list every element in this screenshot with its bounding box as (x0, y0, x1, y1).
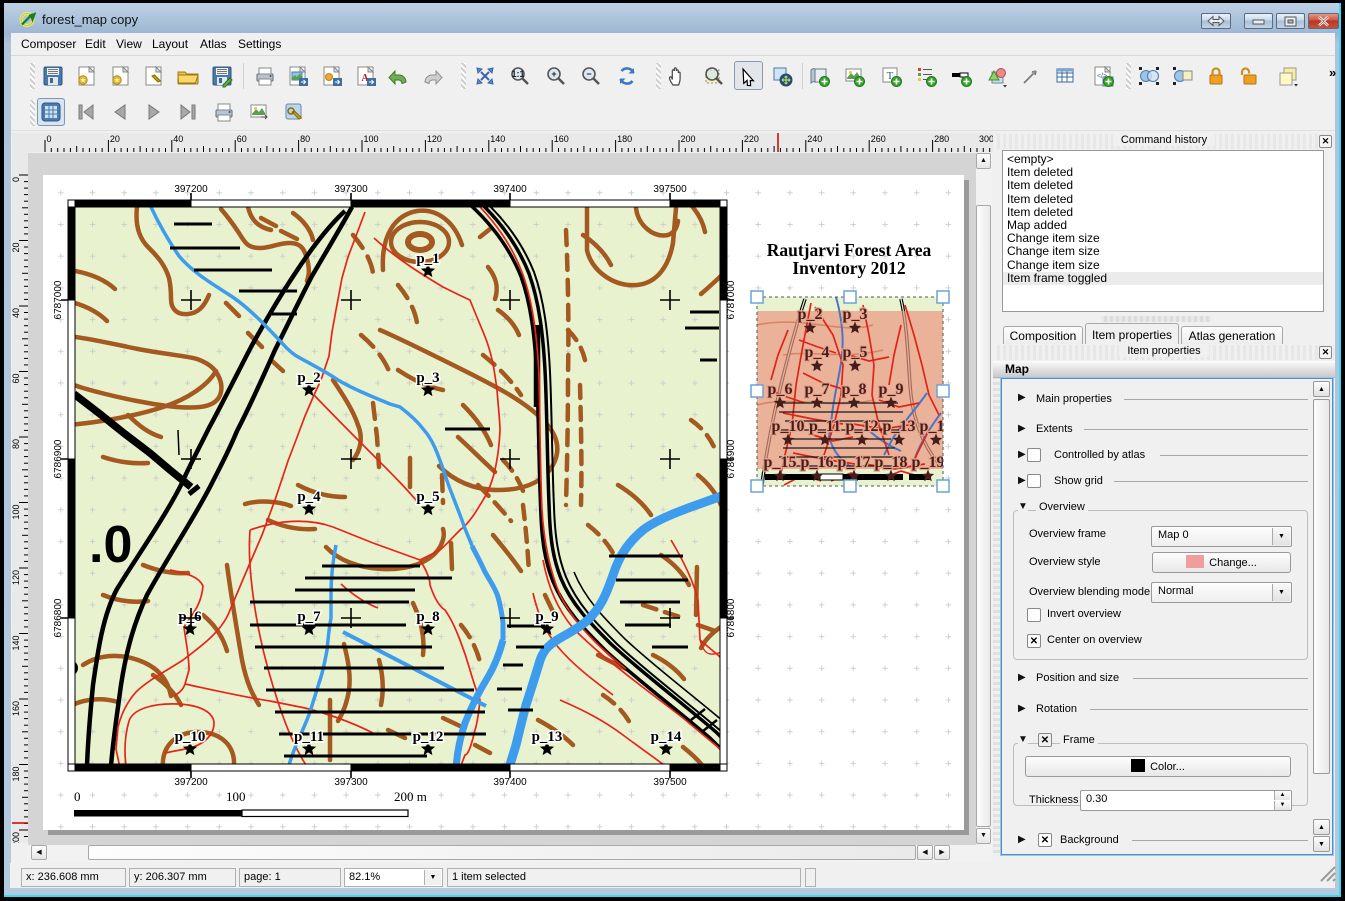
svg-text:Inventory 2012: Inventory 2012 (792, 258, 905, 278)
svg-text:Rautjarvi Forest Area: Rautjarvi Forest Area (767, 240, 932, 260)
svg-text:p_2: p_2 (798, 306, 823, 323)
svg-text:120: 120 (427, 134, 442, 144)
svg-text:p_9: p_9 (535, 609, 558, 625)
svg-text:.0: .0 (89, 516, 132, 574)
svg-text:−: − (586, 69, 591, 79)
svg-text:p_3: p_3 (416, 370, 439, 386)
svg-text:140: 140 (12, 636, 21, 651)
svg-text:397500: 397500 (653, 184, 687, 195)
svg-text:p_2: p_2 (297, 370, 320, 386)
svg-text:p_14: p_14 (651, 729, 682, 745)
svg-text:0: 0 (47, 134, 52, 144)
svg-text:6786800: 6786800 (726, 598, 737, 637)
svg-text:p_7: p_7 (297, 609, 321, 625)
svg-text:20: 20 (110, 134, 120, 144)
svg-text:160: 160 (12, 701, 21, 716)
svg-text:220: 220 (744, 134, 759, 144)
svg-text:p_8: p_8 (416, 609, 439, 625)
svg-text:160: 160 (554, 134, 569, 144)
svg-text:p_3: p_3 (843, 306, 868, 323)
svg-text:200: 200 (12, 832, 21, 843)
svg-text:120: 120 (12, 570, 21, 585)
svg-text:0: 0 (74, 789, 81, 804)
svg-text:p_11: p_11 (294, 729, 324, 745)
svg-text:397400: 397400 (493, 184, 527, 195)
svg-text:100: 100 (12, 505, 21, 520)
svg-text:p_8: p_8 (842, 381, 867, 398)
svg-text:p_4: p_4 (805, 344, 830, 361)
svg-text:p_18: p_18 (875, 454, 908, 471)
svg-text:p_12: p_12 (846, 418, 879, 435)
svg-text:240: 240 (807, 134, 822, 144)
svg-text:20: 20 (12, 243, 21, 253)
svg-text:p_4: p_4 (297, 489, 321, 505)
svg-text:180: 180 (12, 767, 21, 782)
svg-text:p_6: p_6 (768, 381, 793, 398)
svg-text:397400: 397400 (493, 777, 527, 788)
svg-text:140: 140 (490, 134, 505, 144)
svg-text:397300: 397300 (334, 777, 368, 788)
svg-text:p_17: p_17 (838, 454, 871, 471)
svg-text:p_7: p_7 (805, 381, 830, 398)
svg-text:6786900: 6786900 (726, 439, 737, 478)
svg-text:6786800: 6786800 (53, 598, 64, 637)
svg-text:40: 40 (173, 134, 183, 144)
svg-text:p_15: p_15 (764, 454, 797, 471)
svg-text:1:1: 1:1 (511, 69, 524, 79)
svg-text:260: 260 (871, 134, 886, 144)
svg-text:p_9: p_9 (879, 381, 904, 398)
svg-text:p_5: p_5 (843, 344, 868, 361)
svg-text:200 m: 200 m (394, 789, 427, 804)
svg-text:100: 100 (226, 789, 246, 804)
svg-text:397300: 397300 (334, 184, 368, 195)
svg-text:p_13: p_13 (883, 418, 916, 435)
svg-text:p_10: p_10 (175, 729, 206, 745)
svg-text:80: 80 (300, 134, 310, 144)
svg-text:0: 0 (12, 177, 21, 182)
svg-text:397500: 397500 (653, 777, 687, 788)
svg-text:p_10: p_10 (772, 418, 805, 435)
svg-text:280: 280 (934, 134, 949, 144)
svg-text:+: + (551, 69, 556, 79)
svg-text:p_16: p_16 (801, 454, 834, 471)
svg-text:6786900: 6786900 (53, 439, 64, 478)
svg-text:p_11: p_11 (809, 418, 841, 435)
svg-text:397200: 397200 (174, 777, 208, 788)
svg-text:100: 100 (364, 134, 379, 144)
svg-text:p_12: p_12 (413, 729, 444, 745)
svg-text:180: 180 (617, 134, 632, 144)
svg-text:60: 60 (237, 134, 247, 144)
svg-text:p_19: p_19 (912, 454, 945, 471)
svg-text:p_1: p_1 (416, 251, 439, 267)
svg-text:6787000: 6787000 (53, 280, 64, 319)
svg-text:80: 80 (12, 439, 21, 449)
svg-text:40: 40 (12, 308, 21, 318)
svg-text:p_5: p_5 (416, 489, 439, 505)
svg-text:200: 200 (681, 134, 696, 144)
svg-text:60: 60 (12, 374, 21, 384)
svg-text:397200: 397200 (174, 184, 208, 195)
svg-text:p_13: p_13 (532, 729, 563, 745)
svg-text:6787000: 6787000 (726, 280, 737, 319)
svg-text:300: 300 (979, 134, 994, 144)
